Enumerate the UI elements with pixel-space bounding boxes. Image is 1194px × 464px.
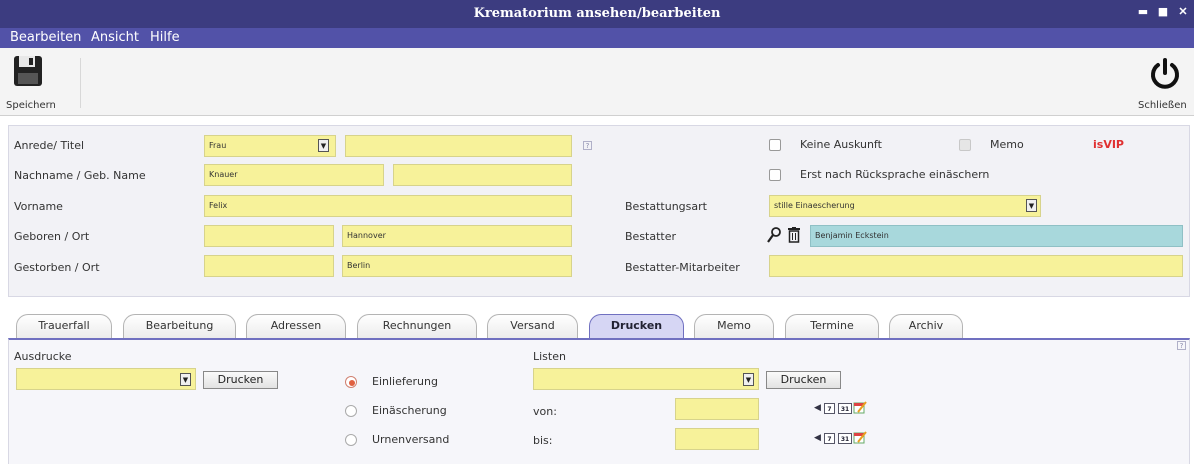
tab-drucken[interactable]: Drucken xyxy=(589,314,684,338)
bestatter-label: Bestatter xyxy=(625,230,677,243)
tab-adressen[interactable]: Adressen xyxy=(246,314,346,338)
einaescherung-label: Einäscherung xyxy=(372,404,447,417)
toolbar: Speichern Schließen xyxy=(0,48,1194,116)
von-week-calendar-icon[interactable]: 7 xyxy=(824,403,835,414)
ausdrucke-label: Ausdrucke xyxy=(14,350,72,363)
mitarbeiter-input[interactable] xyxy=(769,255,1183,277)
vorname-label: Vorname xyxy=(14,200,63,213)
ausdrucke-print-button[interactable]: Drucken xyxy=(203,371,278,389)
tab-archiv[interactable]: Archiv xyxy=(889,314,963,338)
memo-checkbox[interactable] xyxy=(959,139,971,151)
geburtsname-input[interactable] xyxy=(393,164,572,186)
von-calendar-edit-icon[interactable] xyxy=(853,400,867,415)
ruecksprache-checkbox[interactable] xyxy=(769,169,781,181)
tab-rechnungen[interactable]: Rechnungen xyxy=(357,314,477,338)
von-prev-icon[interactable]: ◀ xyxy=(814,403,823,414)
toolbar-separator xyxy=(80,58,81,108)
anrede-label: Anrede/ Titel xyxy=(14,139,85,152)
von-month-calendar-icon[interactable]: 31 xyxy=(838,403,852,414)
von-date-input[interactable] xyxy=(675,398,759,420)
anrede-select[interactable]: Frau xyxy=(204,135,336,157)
von-label: von: xyxy=(533,405,557,418)
vip-label: isVIP xyxy=(1093,138,1124,151)
urnenversand-label: Urnenversand xyxy=(372,433,450,446)
window-title: Krematorium ansehen/bearbeiten xyxy=(473,6,721,21)
title-bar: Krematorium ansehen/bearbeiten ▬ ■ ✕ xyxy=(0,0,1194,28)
radio-einaescherung[interactable] xyxy=(345,405,357,417)
sterbedatum-input[interactable] xyxy=(204,255,334,277)
bis-label: bis: xyxy=(533,434,553,447)
bestatter-input[interactable]: Benjamin Eckstein xyxy=(810,225,1183,247)
vorname-input[interactable]: Felix xyxy=(204,195,572,217)
floppy-disk-icon xyxy=(14,56,42,86)
menu-bearbeiten[interactable]: Bearbeiten xyxy=(10,30,81,45)
mitarbeiter-label: Bestatter-Mitarbeiter xyxy=(625,261,740,274)
bestattungsart-dropdown-icon[interactable]: ▼ xyxy=(1026,199,1037,212)
bis-month-calendar-icon[interactable]: 31 xyxy=(838,433,852,444)
bis-prev-icon[interactable]: ◀ xyxy=(814,433,823,444)
tab-termine[interactable]: Termine xyxy=(785,314,879,338)
save-label: Speichern xyxy=(6,100,56,111)
tab-trauerfall[interactable]: Trauerfall xyxy=(16,314,112,338)
keine-auskunft-label: Keine Auskunft xyxy=(800,138,882,151)
ausdrucke-dropdown-icon[interactable]: ▼ xyxy=(180,373,191,386)
listen-select[interactable] xyxy=(533,368,759,390)
geboren-label: Geboren / Ort xyxy=(14,230,90,243)
tab-memo[interactable]: Memo xyxy=(694,314,774,338)
gestorben-label: Gestorben / Ort xyxy=(14,261,100,274)
bis-week-calendar-icon[interactable]: 7 xyxy=(824,433,835,444)
drucken-panel xyxy=(8,338,1190,464)
radio-urnenversand[interactable] xyxy=(345,434,357,446)
tab-versand[interactable]: Versand xyxy=(487,314,578,338)
radio-einlieferung[interactable] xyxy=(345,376,357,388)
tab-bearbeitung[interactable]: Bearbeitung xyxy=(123,314,236,338)
sterbeort-input[interactable]: Berlin xyxy=(342,255,572,277)
drucken-help-icon[interactable]: ? xyxy=(1177,341,1186,350)
geburtsort-input[interactable]: Hannover xyxy=(342,225,572,247)
menu-hilfe[interactable]: Hilfe xyxy=(150,30,180,45)
maximize-icon[interactable]: ■ xyxy=(1156,5,1170,19)
minimize-icon[interactable]: ▬ xyxy=(1136,5,1150,19)
close-label: Schließen xyxy=(1138,100,1187,111)
nachname-input[interactable]: Knauer xyxy=(204,164,384,186)
close-icon[interactable]: ✕ xyxy=(1176,5,1190,19)
listen-label: Listen xyxy=(533,350,566,363)
memo-label: Memo xyxy=(990,138,1024,151)
listen-dropdown-icon[interactable]: ▼ xyxy=(743,373,754,386)
menu-ansicht[interactable]: Ansicht xyxy=(91,30,139,45)
close-button[interactable] xyxy=(1150,58,1184,92)
listen-print-button[interactable]: Drucken xyxy=(766,371,841,389)
titel-input[interactable] xyxy=(345,135,572,157)
help-icon[interactable]: ? xyxy=(583,141,592,150)
menu-bar: Bearbeiten Ansicht Hilfe xyxy=(0,28,1194,48)
ruecksprache-label: Erst nach Rücksprache einäschern xyxy=(800,168,990,181)
save-button[interactable] xyxy=(14,56,50,100)
search-icon[interactable] xyxy=(767,227,781,243)
bis-date-input[interactable] xyxy=(675,428,759,450)
bestattungsart-label: Bestattungsart xyxy=(625,200,707,213)
nachname-label: Nachname / Geb. Name xyxy=(14,169,146,182)
anrede-dropdown-icon[interactable]: ▼ xyxy=(318,139,329,152)
ausdrucke-select[interactable] xyxy=(16,368,196,390)
trash-icon[interactable] xyxy=(788,227,800,243)
einlieferung-label: Einlieferung xyxy=(372,375,438,388)
geburtsdatum-input[interactable] xyxy=(204,225,334,247)
keine-auskunft-checkbox[interactable] xyxy=(769,139,781,151)
bestattungsart-select[interactable]: stille Einaescherung xyxy=(769,195,1041,217)
power-icon xyxy=(1151,58,1179,89)
bis-calendar-edit-icon[interactable] xyxy=(853,430,867,445)
